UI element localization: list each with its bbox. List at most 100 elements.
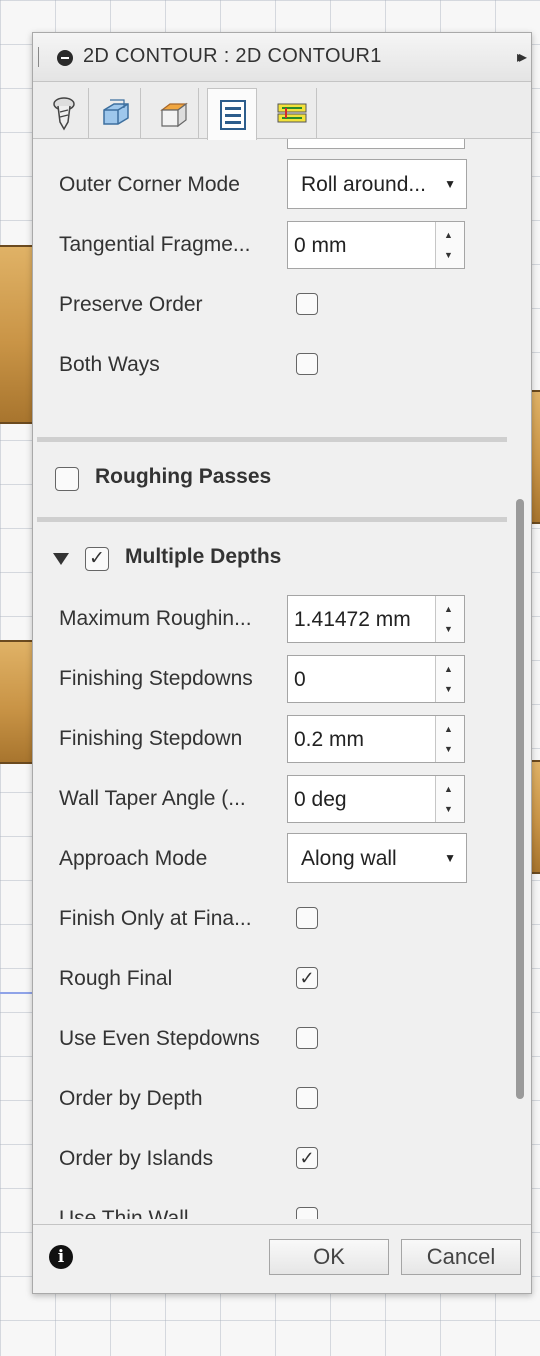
- preserve-order-checkbox[interactable]: [296, 293, 318, 315]
- tangential-fragment-label: Tangential Fragme...: [59, 233, 251, 256]
- scrollbar-thumb[interactable]: [516, 499, 524, 1099]
- blue-toolpath-line: [0, 992, 34, 994]
- finishing-stepdowns-row: Finishing Stepdowns 0 ▲ ▼: [59, 655, 515, 705]
- use-thin-wall-checkbox[interactable]: [296, 1207, 318, 1219]
- approach-mode-select[interactable]: Along wall ▼: [287, 833, 467, 883]
- finishing-stepdowns-value: 0: [294, 668, 306, 691]
- tab-geometry[interactable]: [91, 88, 141, 138]
- drag-grip-icon[interactable]: [38, 47, 42, 67]
- finishing-stepdown-value: 0.2 mm: [294, 728, 365, 751]
- rough-final-row: Rough Final ✓: [59, 955, 515, 1005]
- max-roughing-input[interactable]: 1.41472 mm ▲ ▼: [287, 595, 465, 643]
- down-arrow-icon[interactable]: ▼: [444, 250, 453, 260]
- use-thin-wall-row: Use Thin Wall: [59, 1195, 515, 1219]
- finishing-stepdown-label: Finishing Stepdown: [59, 727, 243, 750]
- wall-taper-label: Wall Taper Angle (...: [59, 787, 246, 810]
- tab-passes[interactable]: [207, 88, 257, 140]
- use-even-stepdowns-label: Use Even Stepdowns: [59, 1027, 260, 1050]
- finishing-stepdowns-input[interactable]: 0 ▲ ▼: [287, 655, 465, 703]
- collapse-arrows-icon[interactable]: ▸▸: [517, 47, 527, 67]
- geometry-icon: [103, 99, 129, 125]
- info-icon[interactable]: i: [49, 1245, 73, 1269]
- up-arrow-icon[interactable]: ▲: [444, 604, 453, 614]
- finishing-stepdowns-stepper[interactable]: ▲ ▼: [435, 656, 464, 702]
- up-arrow-icon[interactable]: ▲: [444, 784, 453, 794]
- up-arrow-icon[interactable]: ▲: [444, 724, 453, 734]
- dialog-title: 2D CONTOUR : 2D CONTOUR1: [83, 45, 382, 67]
- max-roughing-stepper[interactable]: ▲ ▼: [435, 596, 464, 642]
- dialog-footer: i OK Cancel: [33, 1224, 531, 1293]
- roughing-passes-checkbox[interactable]: [55, 467, 79, 491]
- approach-mode-row: Approach Mode Along wall ▼: [59, 833, 515, 885]
- down-arrow-icon[interactable]: ▼: [444, 624, 453, 634]
- collapse-triangle-icon[interactable]: [53, 553, 69, 565]
- order-by-depth-checkbox[interactable]: [296, 1087, 318, 1109]
- outer-corner-mode-value: Roll around...: [301, 173, 426, 196]
- approach-mode-label: Approach Mode: [59, 847, 208, 870]
- order-by-depth-label: Order by Depth: [59, 1087, 203, 1110]
- title-bar[interactable]: 2D CONTOUR : 2D CONTOUR1 ▸▸: [33, 33, 531, 82]
- tab-tool[interactable]: [39, 88, 89, 138]
- minimize-icon[interactable]: [57, 50, 73, 66]
- chevron-down-icon: ▼: [444, 177, 456, 191]
- up-arrow-icon[interactable]: ▲: [444, 664, 453, 674]
- multiple-depths-title: Multiple Depths: [125, 545, 282, 568]
- finishing-stepdown-stepper[interactable]: ▲ ▼: [435, 716, 464, 762]
- rough-final-checkbox[interactable]: ✓: [296, 967, 318, 989]
- both-ways-label: Both Ways: [59, 353, 160, 376]
- multiple-depths-checkbox[interactable]: ✓: [85, 547, 109, 571]
- down-arrow-icon[interactable]: ▼: [444, 684, 453, 694]
- preserve-order-row: Preserve Order: [59, 281, 515, 331]
- wall-taper-row: Wall Taper Angle (... 0 deg ▲ ▼: [59, 775, 515, 825]
- wall-taper-value: 0 deg: [294, 788, 347, 811]
- parameters-scroll-area[interactable]: Outer Corner Mode Roll around... ▼ Tange…: [33, 139, 515, 1219]
- max-roughing-value: 1.41472 mm: [294, 608, 411, 631]
- use-thin-wall-label: Use Thin Wall: [59, 1207, 189, 1219]
- heights-icon: [160, 102, 188, 128]
- passes-icon: [220, 100, 246, 130]
- wall-taper-input[interactable]: 0 deg ▲ ▼: [287, 775, 465, 823]
- multiple-depths-group: ✓ Multiple Depths: [53, 539, 515, 579]
- tab-heights[interactable]: [149, 88, 199, 138]
- ok-button[interactable]: OK: [269, 1239, 389, 1275]
- finishing-stepdowns-label: Finishing Stepdowns: [59, 667, 253, 690]
- outer-corner-mode-row: Outer Corner Mode Roll around... ▼: [59, 159, 515, 211]
- finish-only-final-label: Finish Only at Fina...: [59, 907, 252, 930]
- chevron-down-icon: ▼: [444, 851, 456, 865]
- finish-only-final-row: Finish Only at Fina...: [59, 895, 515, 945]
- section-divider: [37, 437, 507, 442]
- use-even-stepdowns-checkbox[interactable]: [296, 1027, 318, 1049]
- both-ways-row: Both Ways: [59, 341, 515, 391]
- down-arrow-icon[interactable]: ▼: [444, 744, 453, 754]
- cancel-button[interactable]: Cancel: [401, 1239, 521, 1275]
- preserve-order-label: Preserve Order: [59, 293, 203, 316]
- order-by-islands-row: Order by Islands ✓: [59, 1135, 515, 1185]
- use-even-stepdowns-row: Use Even Stepdowns: [59, 1015, 515, 1065]
- section-divider: [37, 517, 507, 522]
- rough-final-label: Rough Final: [59, 967, 173, 990]
- finishing-stepdown-input[interactable]: 0.2 mm ▲ ▼: [287, 715, 465, 763]
- up-arrow-icon[interactable]: ▲: [444, 230, 453, 240]
- both-ways-checkbox[interactable]: [296, 353, 318, 375]
- operation-dialog: 2D CONTOUR : 2D CONTOUR1 ▸▸ Outer Corner…: [32, 32, 532, 1294]
- max-roughing-row: Maximum Roughin... 1.41472 mm ▲ ▼: [59, 595, 515, 645]
- vertical-scrollbar[interactable]: [515, 141, 525, 1221]
- wall-taper-stepper[interactable]: ▲ ▼: [435, 776, 464, 822]
- linking-icon: [277, 103, 307, 123]
- down-arrow-icon[interactable]: ▼: [444, 804, 453, 814]
- outer-corner-mode-label: Outer Corner Mode: [59, 173, 240, 196]
- approach-mode-value: Along wall: [301, 847, 397, 870]
- finishing-stepdown-row: Finishing Stepdown 0.2 mm ▲ ▼: [59, 715, 515, 765]
- finish-only-final-checkbox[interactable]: [296, 907, 318, 929]
- max-roughing-label: Maximum Roughin...: [59, 607, 252, 630]
- tool-icon: [53, 97, 75, 131]
- partial-field: [287, 139, 465, 149]
- wood-stock-left-lower: [0, 640, 34, 764]
- tangential-fragment-input[interactable]: 0 mm ▲ ▼: [287, 221, 465, 269]
- tab-linking[interactable]: [267, 88, 317, 138]
- tangential-fragment-stepper[interactable]: ▲ ▼: [435, 222, 464, 268]
- outer-corner-mode-select[interactable]: Roll around... ▼: [287, 159, 467, 209]
- roughing-passes-group: Roughing Passes: [55, 459, 515, 499]
- order-by-islands-checkbox[interactable]: ✓: [296, 1147, 318, 1169]
- tangential-fragment-value: 0 mm: [294, 234, 347, 257]
